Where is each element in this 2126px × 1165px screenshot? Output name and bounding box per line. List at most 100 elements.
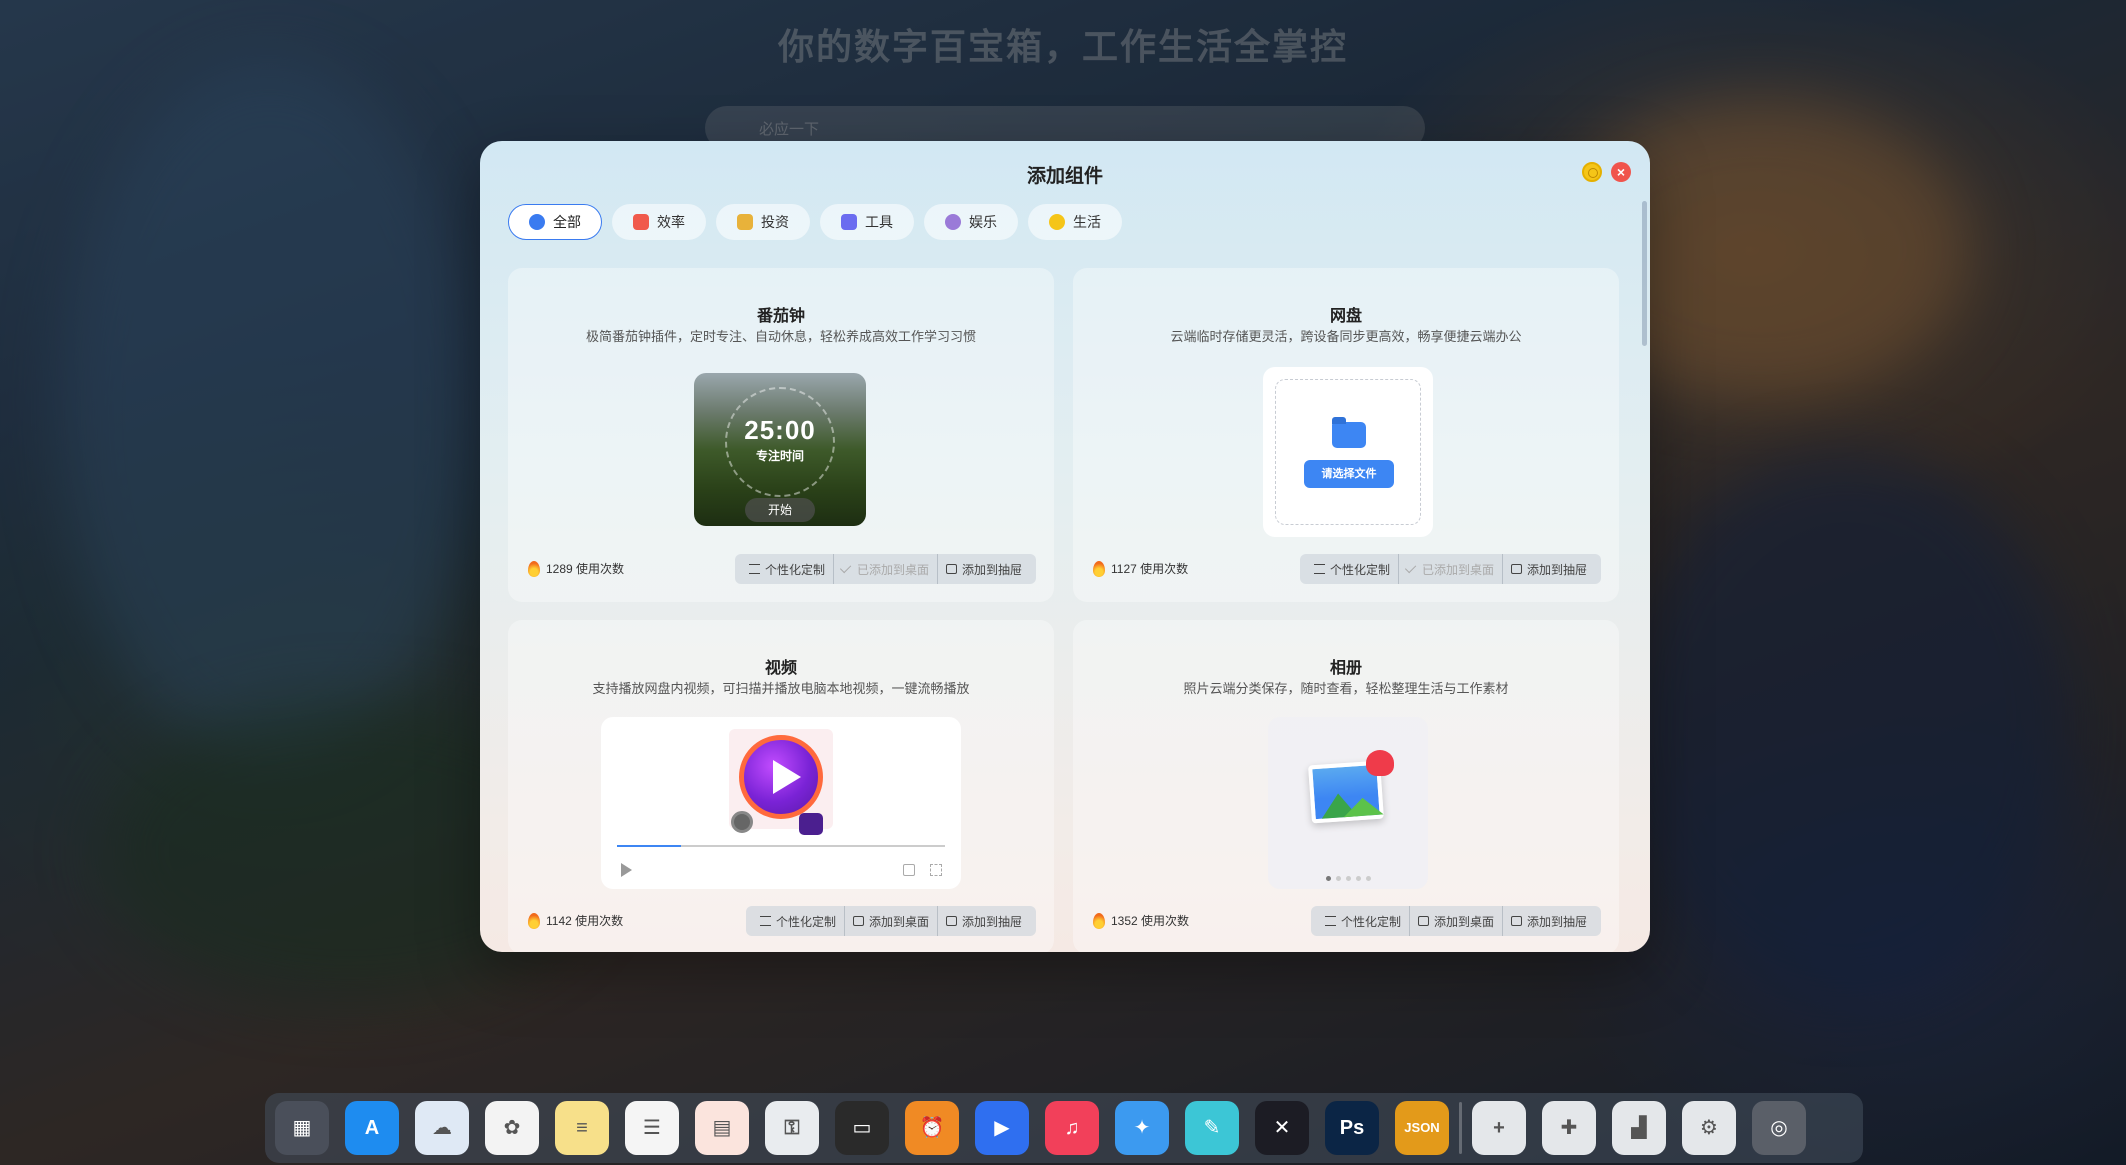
tab-tools[interactable]: 工具 xyxy=(820,204,914,240)
add-to-drawer-button[interactable]: 添加到抽屉 xyxy=(1501,554,1595,584)
usage-count: 1142 使用次数 xyxy=(528,912,623,929)
calendar-icon[interactable]: ▤ xyxy=(695,1101,749,1155)
drawer-icon xyxy=(1510,916,1522,926)
add-to-drawer-button[interactable]: 添加到抽屉 xyxy=(1501,906,1595,936)
tune-icon xyxy=(1324,916,1336,926)
scrollbar[interactable] xyxy=(1642,201,1647,346)
carousel-dot[interactable] xyxy=(1346,876,1351,881)
action-label: 添加到抽屉 xyxy=(1526,562,1587,577)
customize-button[interactable]: 个性化定制 xyxy=(741,554,833,584)
start-button[interactable]: 开始 xyxy=(745,498,815,522)
keychain-icon[interactable]: ⚿ xyxy=(765,1101,819,1155)
heart-icon xyxy=(1366,750,1394,776)
card-title: 视频 xyxy=(764,660,797,677)
safari-icon[interactable]: ✦ xyxy=(1115,1101,1169,1155)
widget-card-album[interactable]: 相册 照片云端分类保存，随时查看，轻松整理生活与工作素材 1352 使用次数 个… xyxy=(1073,620,1619,952)
usage-text: 1142 使用次数 xyxy=(546,914,624,928)
customize-button[interactable]: 个性化定制 xyxy=(1306,554,1398,584)
json-tool-icon[interactable]: JSON xyxy=(1395,1101,1449,1155)
carousel-dot[interactable] xyxy=(1366,876,1371,881)
settings-gear-icon[interactable]: ⚙ xyxy=(1682,1101,1736,1155)
action-label: 添加到抽屉 xyxy=(961,562,1022,577)
usage-text: 1289 使用次数 xyxy=(546,562,625,576)
monitor-icon xyxy=(852,916,864,926)
widget-card-pomodoro[interactable]: 番茄钟 极简番茄钟插件，定时专注、自动休息，轻松养成高效工作学习习惯 25:00… xyxy=(508,268,1054,602)
music-icon[interactable]: ♫ xyxy=(1045,1101,1099,1155)
rocket-icon xyxy=(633,214,649,230)
minimize-button[interactable] xyxy=(1582,162,1602,182)
carousel-dot[interactable] xyxy=(1336,876,1341,881)
reminders-icon[interactable]: ☰ xyxy=(625,1101,679,1155)
tab-label: 投资 xyxy=(761,214,789,230)
chart-icon xyxy=(737,214,753,230)
usage-text: 1352 使用次数 xyxy=(1111,914,1190,928)
close-button[interactable]: × xyxy=(1611,162,1631,182)
play-icon xyxy=(739,735,823,819)
volume-icon[interactable] xyxy=(903,864,915,876)
video-player-icon[interactable]: ▶ xyxy=(975,1101,1029,1155)
plugin-icon[interactable]: ✚ xyxy=(1542,1101,1596,1155)
tab-investment[interactable]: 投资 xyxy=(716,204,810,240)
headphones-icon xyxy=(945,214,961,230)
customize-button[interactable]: 个性化定制 xyxy=(1317,906,1409,936)
choose-file-button[interactable]: 请选择文件 xyxy=(1304,460,1394,488)
progress-fill xyxy=(617,845,681,847)
card-footer: 1127 使用次数 个性化定制 已添加到桌面 添加到抽屉 xyxy=(1073,554,1619,584)
toolbox-icon xyxy=(841,214,857,230)
usage-count: 1352 使用次数 xyxy=(1093,912,1189,929)
tab-life[interactable]: 生活 xyxy=(1028,204,1122,240)
card-title: 相册 xyxy=(1329,660,1362,677)
card-actions: 个性化定制 已添加到桌面 添加到抽屉 xyxy=(1299,554,1601,584)
pencil-icon[interactable]: ✎ xyxy=(1185,1101,1239,1155)
close-icon: × xyxy=(1616,164,1626,180)
add-to-desktop-button[interactable]: 添加到桌面 xyxy=(843,906,937,936)
carousel-dots xyxy=(1326,876,1371,881)
tune-icon xyxy=(1313,564,1325,574)
notes-icon[interactable]: ≡ xyxy=(555,1101,609,1155)
action-label: 个性化定制 xyxy=(775,914,836,929)
widget-card-video[interactable]: 视频 支持播放网盘内视频，可扫描并播放电脑本地视频，一键流畅播放 1142 使用… xyxy=(508,620,1054,952)
add-widget-icon[interactable]: + xyxy=(1472,1101,1526,1155)
progress-track[interactable] xyxy=(617,845,945,847)
action-label: 已添加到桌面 xyxy=(856,562,929,577)
tab-all[interactable]: 全部 xyxy=(508,204,602,240)
brush-icon[interactable]: ▟ xyxy=(1612,1101,1666,1155)
carousel-dot[interactable] xyxy=(1356,876,1361,881)
launchpad-icon[interactable]: ▦ xyxy=(275,1101,329,1155)
card-actions: 个性化定制 已添加到桌面 添加到抽屉 xyxy=(734,554,1036,584)
drive-preview: 请选择文件 xyxy=(1263,367,1433,537)
tab-entertainment[interactable]: 娱乐 xyxy=(924,204,1018,240)
widget-card-cloud-drive[interactable]: 网盘 云端临时存储更灵活，跨设备同步更高效，畅享便捷云端办公 请选择文件 112… xyxy=(1073,268,1619,602)
action-label: 个性化定制 xyxy=(1329,562,1390,577)
photoshop-icon[interactable]: Ps xyxy=(1325,1101,1379,1155)
modal-title: 添加组件 xyxy=(1026,166,1103,187)
app-store-icon[interactable]: A xyxy=(345,1101,399,1155)
action-label: 个性化定制 xyxy=(1340,914,1401,929)
clock-icon[interactable]: ⏰ xyxy=(905,1101,959,1155)
check-icon xyxy=(1404,561,1417,574)
card-description: 云端临时存储更灵活，跨设备同步更高效，畅享便捷云端办公 xyxy=(1170,329,1522,344)
carousel-dot[interactable] xyxy=(1326,876,1331,881)
mindmap-icon[interactable]: ✕ xyxy=(1255,1101,1309,1155)
tune-icon xyxy=(748,564,760,574)
wallet-icon[interactable]: ▭ xyxy=(835,1101,889,1155)
drop-zone[interactable]: 请选择文件 xyxy=(1275,379,1421,525)
customize-button[interactable]: 个性化定制 xyxy=(752,906,844,936)
add-to-desktop-button[interactable]: 添加到桌面 xyxy=(1408,906,1502,936)
fullscreen-icon[interactable] xyxy=(930,864,942,876)
tab-efficiency[interactable]: 效率 xyxy=(612,204,706,240)
tab-label: 生活 xyxy=(1073,214,1101,230)
card-title: 网盘 xyxy=(1329,308,1362,325)
usage-count: 1289 使用次数 xyxy=(528,560,624,577)
photos-icon[interactable]: ✿ xyxy=(485,1101,539,1155)
card-description: 照片云端分类保存，随时查看，轻松整理生活与工作素材 xyxy=(1183,681,1509,696)
pomodoro-preview: 25:00 专注时间 开始 xyxy=(694,373,866,526)
add-to-drawer-button[interactable]: 添加到抽屉 xyxy=(936,906,1030,936)
flame-icon xyxy=(528,560,540,577)
dock-separator xyxy=(1459,1102,1462,1154)
icloud-icon[interactable]: ☁ xyxy=(415,1101,469,1155)
system-icon[interactable]: ◎ xyxy=(1752,1101,1806,1155)
add-to-drawer-button[interactable]: 添加到抽屉 xyxy=(936,554,1030,584)
play-control-icon[interactable] xyxy=(621,863,632,877)
video-preview xyxy=(601,717,961,889)
